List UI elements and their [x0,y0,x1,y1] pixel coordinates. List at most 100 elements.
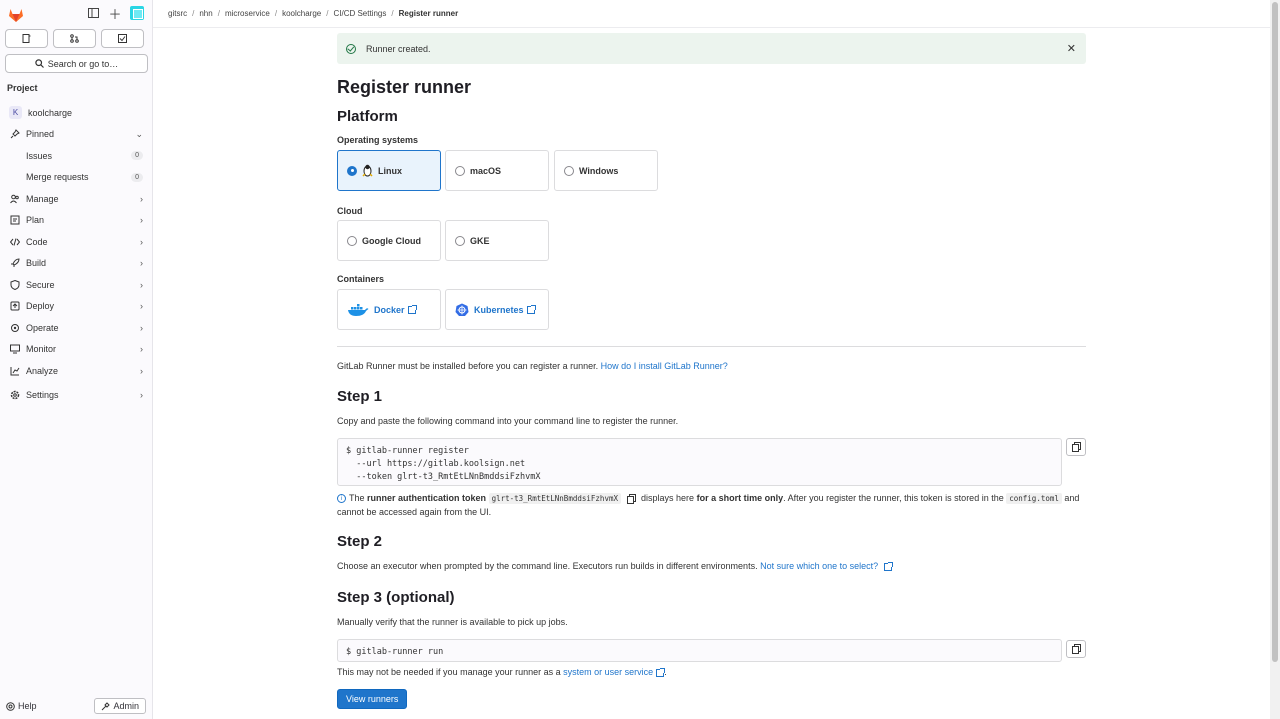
sidebar-item-label: Pinned [26,129,55,140]
sidebar-item-label: Secure [26,279,55,290]
sidebar-item-label: Settings [26,390,59,401]
os-label: Operating systems [337,135,419,145]
sidebar-item-operate[interactable]: Operate › [0,317,153,339]
step2-text: Choose an executor when prompted by the … [337,561,758,571]
scrollbar-thumb[interactable] [1272,2,1278,662]
container-option-docker[interactable]: Docker [337,289,441,330]
copy-button[interactable] [1066,640,1086,658]
chevron-right-icon: › [140,322,143,333]
search-input[interactable]: Search or go to… [5,54,148,73]
option-label: GKE [470,235,490,246]
sidebar-item-plan[interactable]: Plan › [0,210,153,232]
close-icon[interactable]: ✕ [1067,42,1076,55]
sidebar-item-label: Code [26,236,48,247]
sidebar-item-label: Build [26,258,47,269]
os-option-macos[interactable]: macOS [445,150,549,191]
run-command-block[interactable]: $ gitlab-runner run [337,639,1062,662]
radio-selected[interactable] [347,165,357,176]
merge-request-icon [70,34,79,43]
service-note-text: This may not be needed if you manage you… [337,667,561,677]
admin-button[interactable]: Admin [94,698,146,714]
gitlab-logo[interactable] [8,7,24,23]
radio[interactable] [455,165,465,176]
help-button[interactable]: Help [6,701,37,711]
breadcrumb-item[interactable]: gitsrc [168,9,187,18]
sidebar-item-label: Merge requests [26,172,89,183]
install-runner-link[interactable]: How do I install GitLab Runner? [601,361,728,371]
todos-button[interactable] [101,29,144,48]
chevron-right-icon: › [140,258,143,269]
radio[interactable] [347,235,357,246]
info-bold-short-time: for a short time only [696,493,784,503]
users-icon [9,193,21,205]
breadcrumb-current[interactable]: Register runner [399,9,459,18]
sidebar-item-label: Manage [26,193,59,204]
success-alert: Runner created. ✕ [337,33,1086,64]
help-label: Help [18,701,37,711]
sidebar-item-project[interactable]: K koolcharge [0,102,153,124]
rocket-icon [9,257,21,269]
sidebar-item-label: Monitor [26,344,57,355]
breadcrumb-item[interactable]: CI/CD Settings [333,9,386,18]
deployments-icon [9,300,21,312]
sidebar-item-merge-requests[interactable]: Merge requests 0 [0,167,153,189]
shield-icon [9,279,21,291]
linux-icon [362,164,373,177]
option-label: Linux [378,165,402,176]
container-option-kubernetes[interactable]: Kubernetes [445,289,549,330]
sidebar-item-deploy[interactable]: Deploy › [0,296,153,318]
sidebar-item-build[interactable]: Build › [0,253,153,275]
step1-description: Copy and paste the following command int… [337,416,679,426]
sidebar-item-code[interactable]: Code › [0,231,153,253]
search-icon [35,59,44,68]
executor-help-link[interactable]: Not sure which one to select? [760,561,878,571]
containers-label: Containers [337,274,385,284]
sidebar-item-monitor[interactable]: Monitor › [0,339,153,361]
os-option-windows[interactable]: Windows [554,150,658,191]
breadcrumb-item[interactable]: microservice [225,9,270,18]
breadcrumb-separator: / [326,9,329,18]
sidebar-item-manage[interactable]: Manage › [0,188,153,210]
sidebar-item-issues[interactable]: Issues 0 [0,145,153,167]
scrollbar[interactable] [1270,0,1280,719]
install-note: GitLab Runner must be installed before y… [337,361,728,371]
cloud-option-google-cloud[interactable]: Google Cloud [337,220,441,261]
register-command-block[interactable]: $ gitlab-runner register --url https://g… [337,438,1062,486]
sidebar-item-secure[interactable]: Secure › [0,274,153,296]
copy-button[interactable] [1066,438,1086,456]
sidebar-item-analyze[interactable]: Analyze › [0,360,153,382]
sidebar-item-settings[interactable]: Settings › [0,385,153,407]
chevron-right-icon: › [140,236,143,247]
token-value[interactable]: glrt-t3_RmtEtLNnBmddsiFzhvmX [488,493,621,504]
gear-icon [9,389,21,401]
option-label: Windows [579,165,619,176]
breadcrumb-item[interactable]: koolcharge [282,9,321,18]
info-bold-token-label: runner authentication token [367,493,487,503]
step1-heading: Step 1 [337,388,383,405]
issues-button[interactable] [5,29,48,48]
sidebar-toggle-icon[interactable] [86,6,100,20]
breadcrumb-item[interactable]: nhn [199,9,212,18]
install-note-text: GitLab Runner must be installed before y… [337,361,599,371]
os-option-linux[interactable]: Linux [337,150,441,191]
search-placeholder: Search or go to… [47,58,119,69]
sidebar-item-label: Deploy [26,301,55,312]
service-link[interactable]: system or user service [563,667,653,677]
view-runners-button[interactable]: View runners [337,689,408,709]
count-badge: 0 [131,172,143,182]
docker-link[interactable]: Docker [374,305,405,315]
radio[interactable] [455,235,465,246]
plus-icon[interactable]: ＋ [108,6,122,22]
cloud-option-gke[interactable]: GKE [445,220,549,261]
todo-icon [118,34,127,43]
user-avatar[interactable] [130,6,144,20]
token-info: i The runner authentication token glrt-t3… [337,492,1086,519]
kubernetes-link[interactable]: Kubernetes [474,305,524,315]
project-avatar: K [9,106,22,120]
merge-requests-button[interactable] [53,29,96,48]
breadcrumb-separator: / [391,9,394,18]
sidebar-item-pinned[interactable]: Pinned ⌄ [0,124,153,146]
planning-icon [9,214,21,226]
radio[interactable] [564,165,574,176]
copy-token-icon[interactable] [626,493,636,504]
